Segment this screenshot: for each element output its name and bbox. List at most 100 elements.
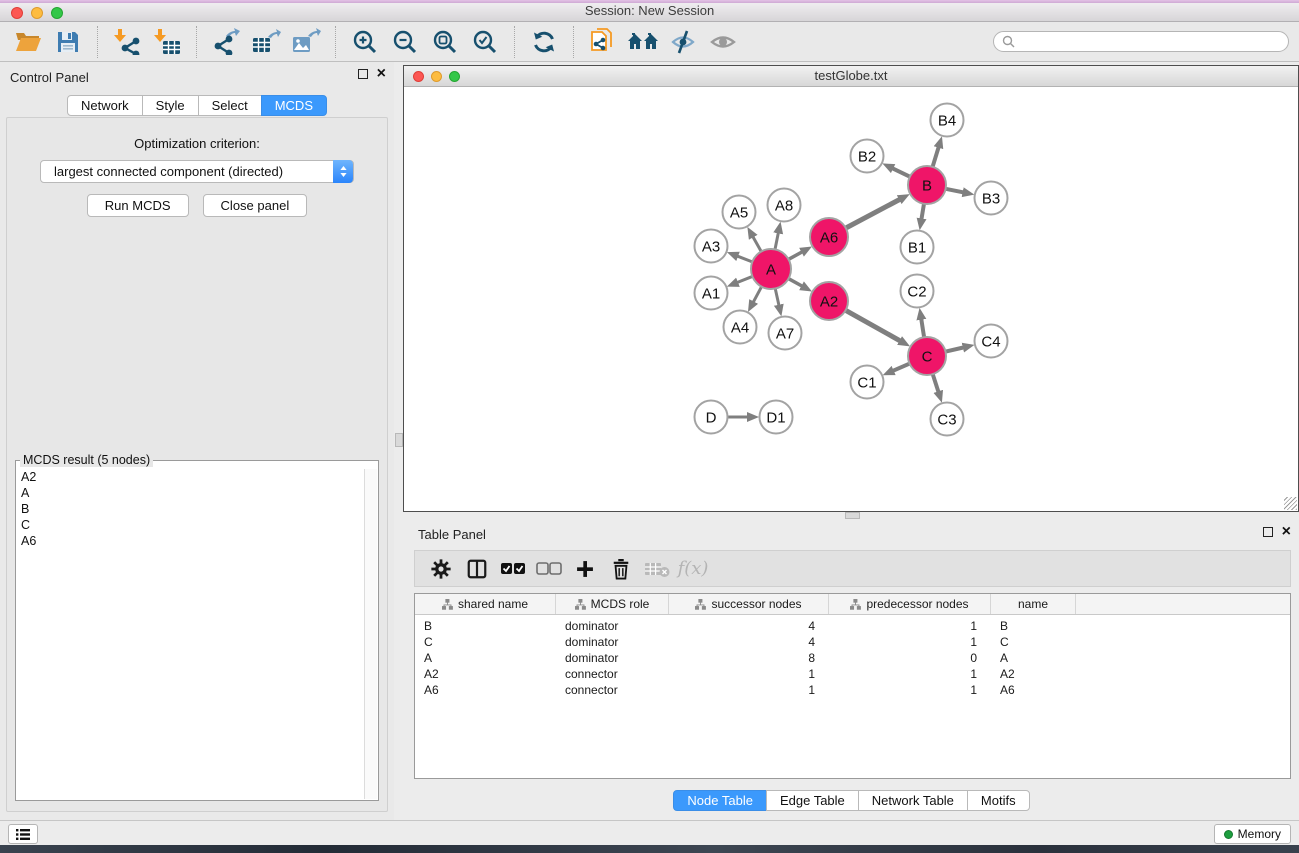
table-tab-network-table[interactable]: Network Table [858, 790, 968, 811]
export-image-icon[interactable] [288, 25, 324, 59]
tab-select[interactable]: Select [198, 95, 262, 116]
column-header-MCDS-role[interactable]: MCDS role [556, 594, 669, 614]
network-window-titlebar[interactable]: testGlobe.txt [404, 66, 1298, 87]
graph-edge-C-C3[interactable] [932, 372, 938, 392]
import-network-icon[interactable] [109, 25, 145, 59]
table-cell[interactable]: A2 [415, 667, 556, 681]
table-cell[interactable]: dominator [556, 619, 669, 633]
horizontal-splitter-handle[interactable] [845, 512, 860, 519]
show-columns-icon[interactable] [461, 554, 493, 584]
zoom-selected-icon[interactable] [467, 25, 503, 59]
table-cell[interactable]: C [415, 635, 556, 649]
memory-button[interactable]: Memory [1214, 824, 1291, 844]
table-cell[interactable]: 1 [829, 683, 991, 697]
graph-edge-A6-B[interactable] [844, 200, 900, 230]
run-mcds-button[interactable]: Run MCDS [87, 194, 189, 217]
network-document-icon[interactable] [585, 25, 621, 59]
deselect-all-icon[interactable] [533, 554, 565, 584]
graph-node-C1[interactable]: C1 [851, 366, 884, 399]
task-history-button[interactable] [8, 824, 38, 844]
table-cell[interactable]: 8 [669, 651, 829, 665]
table-cell[interactable]: A6 [991, 683, 1076, 697]
table-cell[interactable]: A6 [415, 683, 556, 697]
function-builder-icon[interactable]: f(x) [677, 554, 709, 584]
table-row[interactable]: Adominator80A [415, 650, 1290, 666]
graph-node-D[interactable]: D [695, 401, 728, 434]
table-cell[interactable]: 4 [669, 619, 829, 633]
zoom-out-icon[interactable] [387, 25, 423, 59]
export-table-icon[interactable] [248, 25, 284, 59]
table-cell[interactable]: 1 [829, 635, 991, 649]
close-table-panel-icon[interactable]: × [1282, 527, 1291, 537]
mcds-result-item[interactable]: A6 [17, 533, 363, 549]
table-row[interactable]: Cdominator41C [415, 634, 1290, 650]
save-session-icon[interactable] [50, 25, 86, 59]
mcds-result-item[interactable]: B [17, 501, 363, 517]
mcds-result-item[interactable]: A2 [17, 469, 363, 485]
table-cell[interactable]: 0 [829, 651, 991, 665]
zoom-in-icon[interactable] [347, 25, 383, 59]
hide-graphics-details-icon[interactable] [665, 25, 701, 59]
delete-table-icon[interactable] [641, 554, 673, 584]
graph-node-B[interactable]: B [908, 166, 946, 204]
mcds-result-item[interactable]: C [17, 517, 363, 533]
close-window-button[interactable] [11, 7, 23, 19]
graph-node-A8[interactable]: A8 [768, 189, 801, 222]
show-graphics-details-icon[interactable] [705, 25, 741, 59]
column-header-predecessor-nodes[interactable]: predecessor nodes [829, 594, 991, 614]
graph-node-D1[interactable]: D1 [760, 401, 793, 434]
window-resize-grip[interactable] [1284, 497, 1297, 510]
graph-node-A1[interactable]: A1 [695, 277, 728, 310]
tab-mcds[interactable]: MCDS [261, 95, 327, 116]
float-table-panel-icon[interactable] [1263, 527, 1273, 537]
graph-node-C[interactable]: C [908, 337, 946, 375]
criterion-dropdown[interactable]: largest connected component (directed) [40, 160, 354, 183]
graph-node-B1[interactable]: B1 [901, 231, 934, 264]
graph-edge-B-B4[interactable] [932, 147, 939, 169]
graph-node-C4[interactable]: C4 [975, 325, 1008, 358]
session-titlebar[interactable]: Session: New Session [0, 0, 1299, 22]
graph-node-B2[interactable]: B2 [851, 140, 884, 173]
table-settings-icon[interactable] [425, 554, 457, 584]
mcds-list-scrollbar[interactable] [364, 469, 377, 799]
tab-network[interactable]: Network [67, 95, 143, 116]
table-row[interactable]: A2connector11A2 [415, 666, 1290, 682]
table-cell[interactable]: C [991, 635, 1076, 649]
refresh-view-icon[interactable] [526, 25, 562, 59]
table-cell[interactable]: B [415, 619, 556, 633]
search-input[interactable] [1020, 34, 1280, 49]
table-cell[interactable]: A2 [991, 667, 1076, 681]
graph-node-A[interactable]: A [751, 249, 791, 289]
import-table-icon[interactable] [149, 25, 185, 59]
table-cell[interactable]: 1 [669, 667, 829, 681]
search-field[interactable] [993, 31, 1289, 52]
graph-node-A7[interactable]: A7 [769, 317, 802, 350]
table-cell[interactable]: B [991, 619, 1076, 633]
network-minimize-button[interactable] [431, 71, 442, 82]
graph-node-A6[interactable]: A6 [810, 218, 848, 256]
graph-node-A2[interactable]: A2 [810, 282, 848, 320]
open-session-icon[interactable] [10, 25, 46, 59]
close-panel-button[interactable]: Close panel [203, 194, 308, 217]
graph-edge-B-B3[interactable] [944, 188, 963, 192]
table-tab-edge-table[interactable]: Edge Table [766, 790, 859, 811]
home-pair-icon[interactable] [625, 25, 661, 59]
graph-node-A3[interactable]: A3 [695, 230, 728, 263]
graph-node-A4[interactable]: A4 [724, 311, 757, 344]
close-panel-icon[interactable]: × [377, 69, 386, 79]
graph-edge-C-C4[interactable] [944, 348, 964, 353]
table-cell[interactable]: A [415, 651, 556, 665]
column-header-successor-nodes[interactable]: successor nodes [669, 594, 829, 614]
table-cell[interactable]: connector [556, 667, 669, 681]
graph-node-C3[interactable]: C3 [931, 403, 964, 436]
table-tab-node-table[interactable]: Node Table [673, 790, 767, 811]
graph-node-C2[interactable]: C2 [901, 275, 934, 308]
table-row[interactable]: Bdominator41B [415, 618, 1290, 634]
graph-node-B4[interactable]: B4 [931, 104, 964, 137]
table-cell[interactable]: connector [556, 683, 669, 697]
table-cell[interactable]: 1 [829, 667, 991, 681]
table-cell[interactable]: 1 [669, 683, 829, 697]
select-all-icon[interactable] [497, 554, 529, 584]
table-row[interactable]: A6connector11A6 [415, 682, 1290, 698]
table-cell[interactable]: dominator [556, 651, 669, 665]
